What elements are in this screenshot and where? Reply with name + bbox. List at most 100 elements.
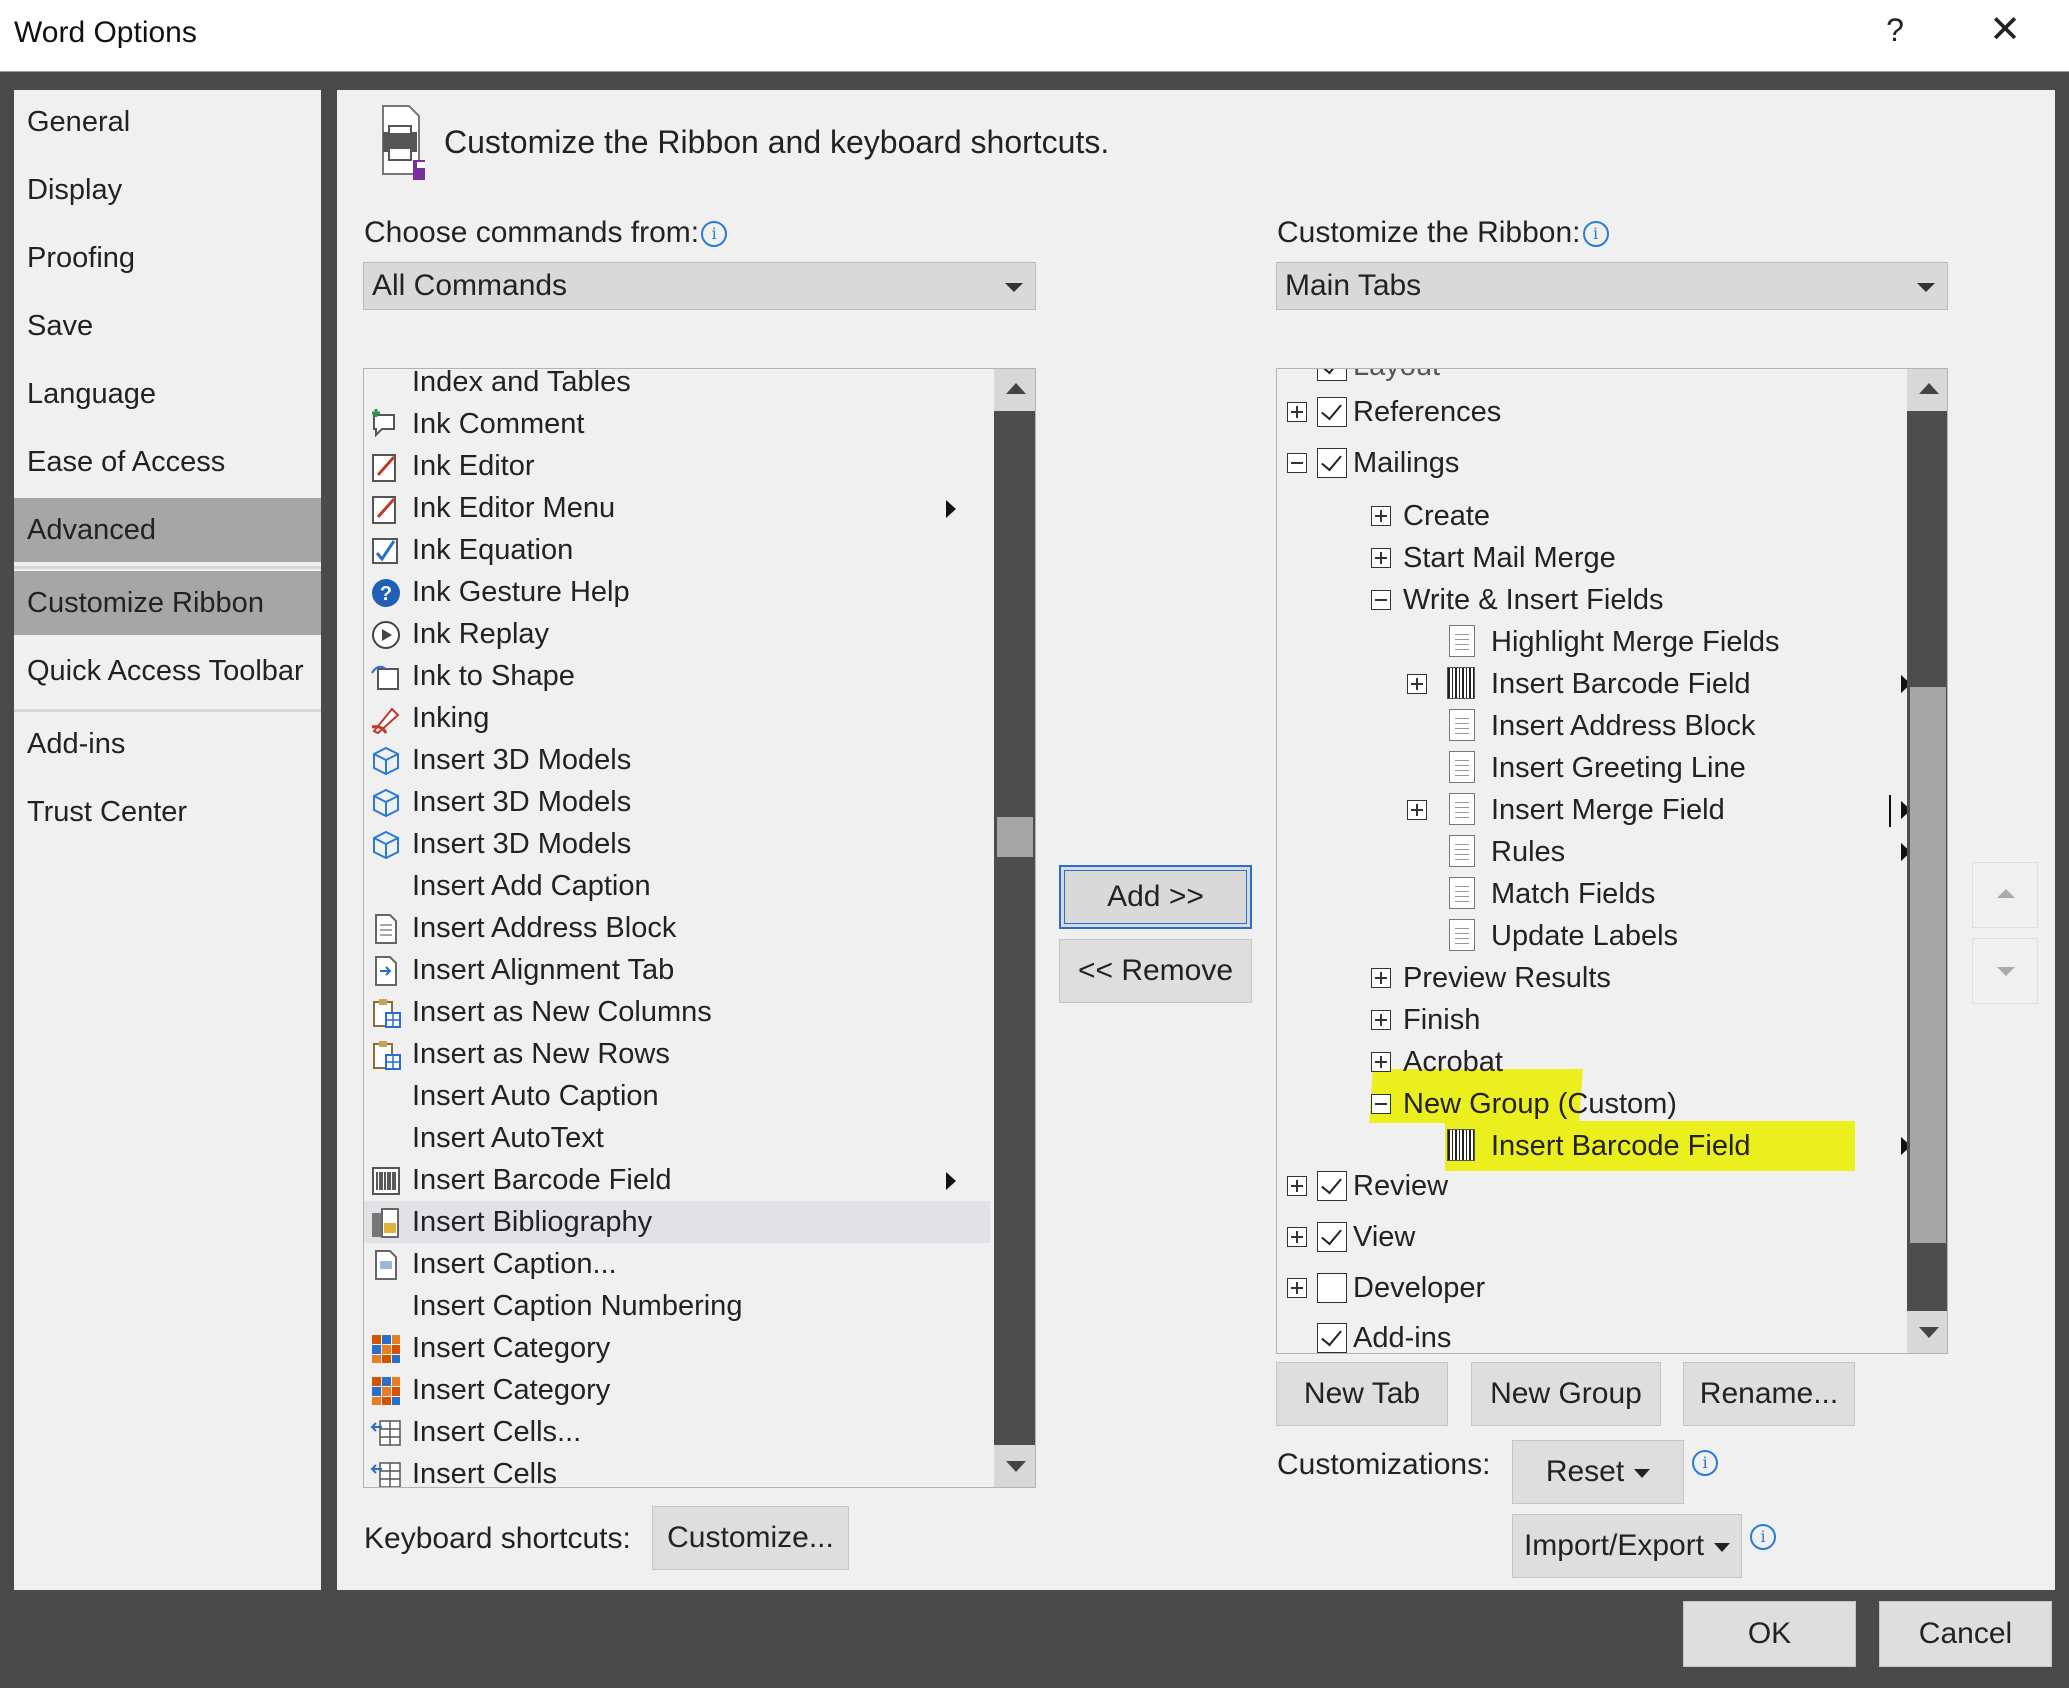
command-item[interactable]: Insert as New Rows [364, 1033, 990, 1075]
command-item[interactable]: Insert AutoText [364, 1117, 990, 1159]
close-icon[interactable]: ✕ [1985, 10, 2025, 50]
command-item[interactable]: Ink to Shape [364, 655, 990, 697]
nav-language[interactable]: Language [14, 362, 321, 426]
add-button[interactable]: Add >> [1059, 865, 1252, 929]
nav-proofing[interactable]: Proofing [14, 226, 321, 290]
expand-icon[interactable] [1287, 1227, 1307, 1247]
tree-item-insert-merge-field[interactable]: Insert Merge Field [1407, 789, 1917, 831]
nav-display[interactable]: Display [14, 158, 321, 222]
nav-customize-ribbon[interactable]: Customize Ribbon [14, 571, 321, 635]
reset-button[interactable]: Reset [1512, 1440, 1684, 1504]
new-group-button[interactable]: New Group [1471, 1362, 1661, 1426]
command-item[interactable]: Insert Cells... [364, 1411, 990, 1453]
expand-icon[interactable] [1287, 1278, 1307, 1298]
expand-icon[interactable] [1287, 402, 1307, 422]
expand-icon[interactable] [1371, 968, 1391, 988]
checkbox[interactable] [1317, 1171, 1347, 1201]
command-item[interactable]: Insert Category [364, 1369, 990, 1411]
command-item[interactable]: Insert Category [364, 1327, 990, 1369]
command-item[interactable]: Insert Cells [364, 1453, 990, 1488]
expand-icon[interactable] [1371, 506, 1391, 526]
info-icon[interactable]: i [1692, 1450, 1718, 1476]
command-item[interactable]: Insert 3D Models [364, 823, 990, 865]
expand-icon[interactable] [1407, 674, 1427, 694]
expand-icon[interactable] [1371, 548, 1391, 568]
checkbox[interactable] [1317, 448, 1347, 478]
command-item[interactable]: Index and Tables [364, 369, 990, 403]
checkbox[interactable] [1317, 1323, 1347, 1353]
scroll-down-icon[interactable] [1907, 1311, 1947, 1353]
command-item[interactable]: ? Ink Gesture Help [364, 571, 990, 613]
command-item[interactable]: Insert Alignment Tab [364, 949, 990, 991]
collapse-icon[interactable] [1287, 453, 1307, 473]
expand-icon[interactable] [1407, 800, 1427, 820]
choose-commands-label-text: Choose commands from: [364, 216, 700, 249]
command-item[interactable]: Ink Equation [364, 529, 990, 571]
scroll-thumb[interactable] [997, 817, 1033, 857]
tree-label: Layout [1353, 369, 1440, 387]
info-icon[interactable]: i [1750, 1524, 1776, 1550]
tree-item-new-group-barcode[interactable]: Insert Barcode Field [1447, 1125, 1917, 1167]
expand-icon[interactable] [1287, 1176, 1307, 1196]
command-label: Insert Cells [412, 1458, 558, 1488]
command-item[interactable]: Insert Address Block [364, 907, 990, 949]
command-item[interactable]: Ink Comment [364, 403, 990, 445]
expand-icon[interactable] [1371, 1010, 1391, 1030]
nav-general[interactable]: General [14, 90, 321, 154]
commands-scrollbar[interactable] [994, 369, 1035, 1487]
command-item[interactable]: Insert Add Caption [364, 865, 990, 907]
cancel-button[interactable]: Cancel [1879, 1601, 2052, 1667]
collapse-icon[interactable] [1371, 590, 1391, 610]
checkbox[interactable] [1317, 397, 1347, 427]
commands-list[interactable]: Index and Tables Ink Comment Ink Editor Ink… [363, 368, 1036, 1488]
commands-from-select[interactable]: All Commands [363, 262, 1036, 310]
ribbon-tree[interactable]: Layout References Mailings Create Start … [1276, 368, 1948, 1354]
checkbox[interactable] [1317, 369, 1347, 381]
ok-button[interactable]: OK [1683, 1601, 1856, 1667]
command-item[interactable]: Ink Replay [364, 613, 990, 655]
import-export-button[interactable]: Import/Export [1512, 1514, 1742, 1578]
tree-item-rules[interactable]: Rules [1447, 831, 1917, 873]
command-item[interactable]: Insert 3D Models [364, 781, 990, 823]
nav-trust-center[interactable]: Trust Center [14, 780, 321, 844]
help-button[interactable]: ? [1880, 12, 1910, 49]
command-item[interactable]: Insert Caption... [364, 1243, 990, 1285]
command-item[interactable]: Inking [364, 697, 990, 739]
nav-ease-of-access[interactable]: Ease of Access [14, 430, 321, 494]
info-icon[interactable]: i [701, 221, 728, 248]
checkbox[interactable] [1317, 1222, 1347, 1252]
command-item[interactable]: Insert Auto Caption [364, 1075, 990, 1117]
command-item[interactable]: Ink Editor [364, 445, 990, 487]
rename-button[interactable]: Rename... [1683, 1362, 1855, 1426]
ribbon-tabs-select[interactable]: Main Tabs [1276, 262, 1948, 310]
checkbox[interactable] [1317, 1273, 1347, 1303]
collapse-icon[interactable] [1371, 1094, 1391, 1114]
nav-advanced[interactable]: Advanced [14, 498, 321, 562]
move-down-button[interactable] [1972, 938, 2038, 1004]
nav-separator [14, 566, 321, 569]
new-tab-button[interactable]: New Tab [1276, 1362, 1448, 1426]
chevron-down-icon[interactable] [1005, 283, 1023, 292]
tree-item-insert-barcode-field[interactable]: Insert Barcode Field [1407, 663, 1917, 705]
command-item[interactable]: Insert Barcode Field [364, 1159, 990, 1201]
align-tab-icon [375, 956, 397, 986]
remove-button[interactable]: << Remove [1059, 939, 1252, 1003]
chevron-down-icon[interactable] [1917, 283, 1935, 292]
customize-shortcuts-button[interactable]: Customize... [652, 1506, 849, 1570]
command-item[interactable]: Insert Caption Numbering [364, 1285, 990, 1327]
scroll-down-icon[interactable] [994, 1445, 1035, 1487]
move-up-button[interactable] [1972, 862, 2038, 928]
command-item[interactable]: Ink Editor Menu [364, 487, 990, 529]
info-icon[interactable]: i [1582, 221, 1609, 248]
command-item[interactable]: Insert as New Columns [364, 991, 990, 1033]
nav-add-ins[interactable]: Add-ins [14, 712, 321, 776]
scroll-up-icon[interactable] [994, 369, 1035, 411]
scroll-thumb[interactable] [1910, 687, 1946, 1243]
expand-icon[interactable] [1371, 1052, 1391, 1072]
nav-quick-access-toolbar[interactable]: Quick Access Toolbar [14, 639, 321, 703]
command-item[interactable]: Insert 3D Models [364, 739, 990, 781]
command-item[interactable]: Insert Bibliography [364, 1201, 990, 1243]
scroll-up-icon[interactable] [1907, 369, 1947, 411]
nav-save[interactable]: Save [14, 294, 321, 358]
ribbon-tree-scrollbar[interactable] [1907, 369, 1947, 1353]
